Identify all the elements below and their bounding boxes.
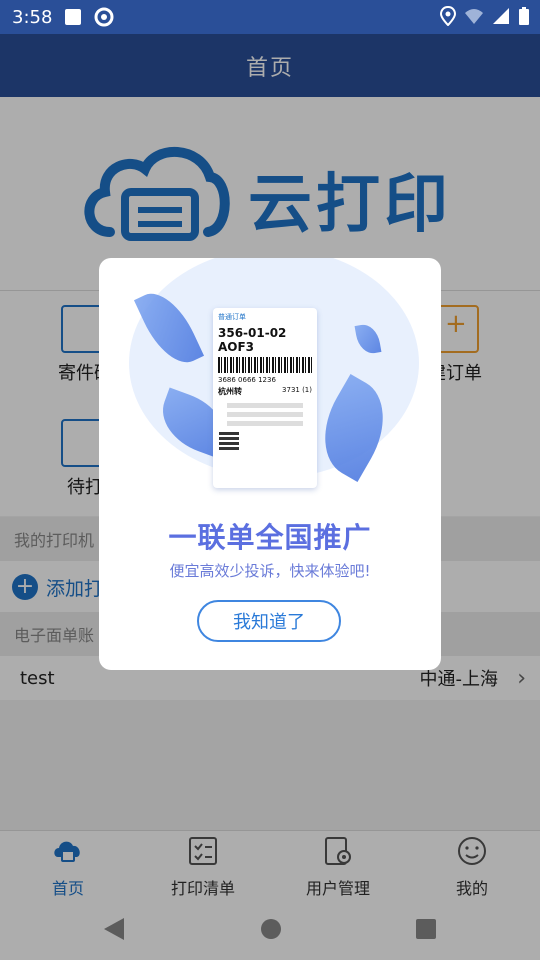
dialog-subtitle: 便宜高效少投诉，快来体验吧! [169, 562, 371, 580]
waybill-header: 普通订单 [218, 313, 246, 321]
promo-dialog: 普通订单 356-01-02 AOF3 3686 0666 1236 杭州转 3… [99, 258, 441, 670]
waybill-code: 356-01-02 AOF3 [218, 326, 287, 354]
waybill-illustration: 普通订单 356-01-02 AOF3 3686 0666 1236 杭州转 3… [213, 308, 317, 488]
waybill-line [227, 403, 303, 408]
dialog-title: 一联单全国推广 [168, 521, 372, 554]
status-time: 3:58 [12, 6, 53, 28]
battery-icon [519, 7, 529, 25]
waybill-numbers: 3686 0666 1236 [218, 376, 276, 384]
waybill-city-label: 杭州转 [218, 387, 242, 396]
waybill-side-code: 3731 (1) [282, 386, 312, 394]
waybill-line [227, 421, 303, 426]
status-bar: 3:58 [0, 0, 540, 34]
qr-code-icon [219, 430, 239, 450]
waybill-line [227, 412, 303, 417]
waybill-city: 杭州转 3731 (1) [213, 384, 317, 399]
location-icon [440, 6, 456, 26]
notification-square-icon [65, 9, 82, 25]
sync-icon [94, 7, 114, 27]
barcode-icon [218, 357, 312, 373]
wifi-icon [465, 9, 483, 24]
signal-icon [493, 8, 509, 24]
got-it-button[interactable]: 我知道了 [197, 600, 341, 642]
